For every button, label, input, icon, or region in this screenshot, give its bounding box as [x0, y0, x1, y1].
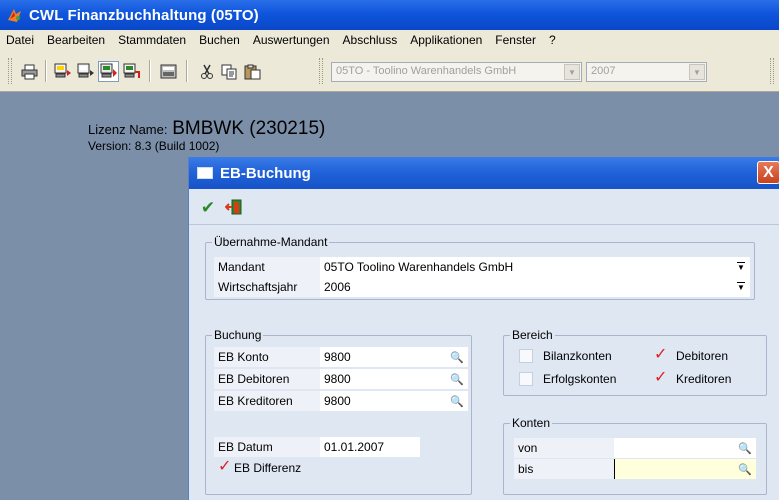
eb-konto-label: EB Konto	[214, 347, 320, 367]
eb-debitoren-label: EB Debitoren	[214, 369, 320, 389]
menu-datei[interactable]: Datei	[0, 33, 41, 47]
konten-bis-field[interactable]: 🔍	[614, 459, 756, 479]
wj-value: 2006	[324, 280, 351, 294]
dialog-titlebar[interactable]: EB-Buchung X	[189, 157, 779, 189]
year-combo-value: 2007	[591, 65, 616, 77]
toolbar-grip[interactable]	[319, 58, 323, 84]
erfolgskonten-checkbox[interactable]	[519, 372, 533, 386]
journal-icon[interactable]	[98, 61, 119, 82]
version-info: Version: 8.3 (Build 1002)	[88, 139, 220, 153]
search-icon[interactable]: 🔍	[450, 350, 464, 364]
dialog-title: EB-Buchung	[220, 164, 311, 182]
buchung-group: Buchung EB Konto 9800 🔍 EB Debitoren 980…	[205, 328, 472, 495]
eb-datum-field[interactable]: 01.01.2007	[320, 437, 420, 457]
toolbar-separator	[45, 60, 47, 82]
bilanzkonten-label: Bilanzkonten	[543, 349, 612, 363]
menu-abschluss[interactable]: Abschluss	[337, 33, 405, 47]
chevron-down-icon[interactable]: ▼	[689, 64, 705, 80]
eb-datum-label: EB Datum	[214, 437, 320, 457]
buchung-legend: Buchung	[212, 328, 264, 342]
debitoren-label: Debitoren	[676, 349, 729, 363]
mandant-select[interactable]: 05TO Toolino Warenhandels GmbH ▼	[320, 257, 750, 277]
bis-label: bis	[514, 459, 614, 479]
kreditoren-label: Kreditoren	[676, 372, 732, 386]
eb-kreditoren-label: EB Kreditoren	[214, 391, 320, 411]
toolbar-separator	[149, 60, 151, 82]
license-info: Lizenz Name: BMBWK (230215)	[88, 118, 325, 140]
booking2-icon[interactable]	[75, 61, 96, 82]
window-icon	[197, 167, 213, 179]
mandant-combo[interactable]: 05TO - Toolino Warenhandels GmbH ▼	[331, 62, 582, 82]
eb-kreditoren-field[interactable]: 9800 🔍	[320, 391, 468, 411]
calculator-icon[interactable]	[158, 61, 179, 82]
bereich-legend: Bereich	[510, 328, 555, 342]
close-button[interactable]: X	[757, 161, 779, 184]
menu-auswertungen[interactable]: Auswertungen	[247, 33, 337, 47]
eb-differenz-checkbox[interactable]: ✓	[218, 459, 231, 475]
wirtschaftsjahr-select[interactable]: 2006 ▼	[320, 277, 750, 297]
konten-legend: Konten	[510, 416, 553, 430]
konten-group: Konten von 🔍 bis 🔍	[503, 416, 767, 495]
ledger-icon[interactable]	[121, 61, 142, 82]
dialog-toolbar: ✔	[189, 189, 779, 225]
chevron-down-icon[interactable]: ▼	[735, 281, 747, 293]
menubar: Datei Bearbeiten Stammdaten Buchen Auswe…	[0, 30, 779, 50]
eb-buchung-dialog: EB-Buchung X ✔ Übernahme-Mandant Mandant…	[188, 157, 779, 500]
copy-icon[interactable]	[219, 61, 240, 82]
eb-differenz-label: EB Differenz	[234, 461, 302, 475]
uebernahme-group: Übernahme-Mandant Mandant 05TO Toolino W…	[205, 235, 755, 300]
main-toolbar: 05TO - Toolino Warenhandels GmbH ▼ 2007 …	[0, 50, 779, 92]
toolbar-separator	[186, 60, 188, 82]
paste-icon[interactable]	[242, 61, 263, 82]
chevron-down-icon[interactable]: ▼	[564, 64, 580, 80]
menu-applikationen[interactable]: Applikationen	[404, 33, 489, 47]
exit-door-icon[interactable]	[224, 198, 243, 218]
search-icon[interactable]: 🔍	[450, 394, 464, 408]
von-label: von	[514, 438, 614, 458]
menu-fenster[interactable]: Fenster	[489, 33, 543, 47]
menu-help[interactable]: ?	[543, 33, 563, 47]
printer-icon[interactable]	[19, 61, 40, 82]
eb-debitoren-field[interactable]: 9800 🔍	[320, 369, 468, 389]
search-icon[interactable]: 🔍	[738, 462, 752, 476]
app-titlebar: CWL Finanzbuchhaltung (05TO)	[0, 0, 779, 30]
eb-debitoren-value: 9800	[324, 372, 351, 386]
eb-konto-field[interactable]: 9800 🔍	[320, 347, 468, 367]
license-label: Lizenz Name:	[88, 122, 168, 137]
cut-icon[interactable]	[196, 61, 217, 82]
uebernahme-legend: Übernahme-Mandant	[212, 235, 330, 249]
bilanzkonten-checkbox[interactable]	[519, 349, 533, 363]
erfolgskonten-label: Erfolgskonten	[543, 372, 617, 386]
mandant-value: 05TO Toolino Warenhandels GmbH	[324, 260, 514, 274]
bereich-group: Bereich Bilanzkonten ✓ Debitoren Erfolgs…	[503, 328, 767, 396]
eb-kreditoren-value: 9800	[324, 394, 351, 408]
konten-von-field[interactable]: 🔍	[614, 438, 756, 458]
eb-konto-value: 9800	[324, 350, 351, 364]
year-combo[interactable]: 2007 ▼	[586, 62, 707, 82]
wj-label: Wirtschaftsjahr	[214, 277, 320, 297]
checkmark-icon[interactable]: ✔	[199, 198, 217, 217]
kreditoren-checkbox[interactable]: ✓	[654, 370, 667, 386]
menu-stammdaten[interactable]: Stammdaten	[112, 33, 193, 47]
toolbar-grip[interactable]	[8, 58, 12, 84]
app-logo-icon	[6, 7, 23, 24]
debitoren-checkbox[interactable]: ✓	[654, 347, 667, 363]
chevron-down-icon[interactable]: ▼	[735, 261, 747, 273]
menu-bearbeiten[interactable]: Bearbeiten	[41, 33, 112, 47]
mandant-label: Mandant	[214, 257, 320, 277]
booking-icon[interactable]	[52, 61, 73, 82]
app-title: CWL Finanzbuchhaltung (05TO)	[29, 6, 259, 24]
search-icon[interactable]: 🔍	[450, 372, 464, 386]
toolbar-grip[interactable]	[770, 58, 774, 84]
menu-buchen[interactable]: Buchen	[193, 33, 247, 47]
license-value: BMBWK (230215)	[172, 118, 326, 139]
search-icon[interactable]: 🔍	[738, 441, 752, 455]
mandant-combo-value: 05TO - Toolino Warenhandels GmbH	[336, 65, 517, 77]
